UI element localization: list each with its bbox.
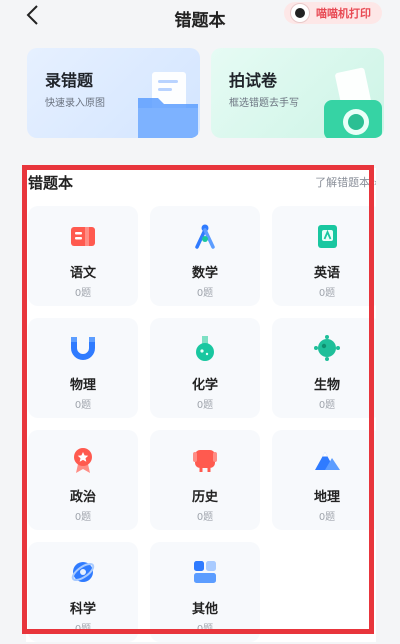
subject-count: 0题 <box>196 288 214 299</box>
subject-count: 0题 <box>196 624 214 635</box>
compass-icon <box>195 224 215 249</box>
subject-name: 地理 <box>313 490 340 505</box>
subject-count: 0题 <box>74 400 92 411</box>
printer-brand-badge[interactable]: 喵喵机打印 <box>284 2 382 24</box>
learn-more-label: 了解错题本 <box>315 176 371 189</box>
subject-name: 其他 <box>191 602 218 617</box>
card-title: 录错题 <box>45 71 94 90</box>
subject-name: 科学 <box>69 602 96 617</box>
camera-icon <box>324 67 382 138</box>
printer-camera-icon <box>290 3 310 23</box>
chinese-book-icon <box>71 227 95 246</box>
subject-count: 0题 <box>318 400 336 411</box>
subject-tile-math[interactable]: 数学 0题 <box>150 206 260 306</box>
subject-count: 0题 <box>196 400 214 411</box>
subject-tile-history[interactable]: 历史 0题 <box>150 430 260 530</box>
subject-count: 0题 <box>196 512 214 523</box>
subject-tile-geography[interactable]: 地理 0题 <box>272 430 376 530</box>
subject-name: 物理 <box>69 378 96 393</box>
subject-count: 0题 <box>74 512 92 523</box>
english-book-icon <box>318 225 337 248</box>
magnet-icon <box>71 337 95 360</box>
subject-tile-chinese[interactable]: 语文 0题 <box>28 206 138 306</box>
section-title: 错题本 <box>28 174 74 192</box>
card-subtitle: 快速录入原图 <box>45 98 105 109</box>
mountain-icon <box>315 452 340 470</box>
card-subtitle: 框选错题去手写 <box>229 98 299 109</box>
subject-count: 0题 <box>74 624 92 635</box>
subject-name: 数学 <box>191 266 218 281</box>
brand-label: 喵喵机打印 <box>316 7 371 20</box>
subjects-panel: 错题本 了解错题本 › 语文 0题 数学 0题 英语 0题 <box>26 168 376 642</box>
learn-more-link[interactable]: 了解错题本 › <box>315 174 376 190</box>
subject-tile-politics[interactable]: 政治 0题 <box>28 430 138 530</box>
subject-count: 0题 <box>318 512 336 523</box>
photo-exam-card[interactable]: 拍试卷 框选错题去手写 <box>211 48 384 138</box>
atom-icon <box>71 562 95 582</box>
subject-name: 英语 <box>313 266 340 281</box>
subject-tile-biology[interactable]: 生物 0题 <box>272 318 376 418</box>
subject-count: 0题 <box>318 288 336 299</box>
subject-tile-other[interactable]: 其他 0题 <box>150 542 260 642</box>
cell-icon <box>314 335 340 361</box>
medal-icon <box>74 448 92 473</box>
subject-tile-physics[interactable]: 物理 0题 <box>28 318 138 418</box>
subject-name: 化学 <box>191 378 218 393</box>
subject-tile-science[interactable]: 科学 0题 <box>28 542 138 642</box>
folder-icon <box>138 72 198 138</box>
card-title: 拍试卷 <box>229 71 278 90</box>
subject-name: 语文 <box>69 266 96 281</box>
record-mistake-card[interactable]: 录错题 快速录入原图 <box>27 48 200 138</box>
scroll-icon <box>193 450 217 472</box>
header-bar: 错题本 喵喵机打印 <box>0 0 400 32</box>
subject-tile-chemistry[interactable]: 化学 0题 <box>150 318 260 418</box>
subject-name: 历史 <box>191 490 218 505</box>
subject-count: 0题 <box>74 288 92 299</box>
subject-name: 政治 <box>69 490 96 505</box>
flask-icon <box>196 336 214 361</box>
subject-tile-english[interactable]: 英语 0题 <box>272 206 376 306</box>
grid-icon <box>194 561 216 583</box>
subject-name: 生物 <box>313 378 340 393</box>
